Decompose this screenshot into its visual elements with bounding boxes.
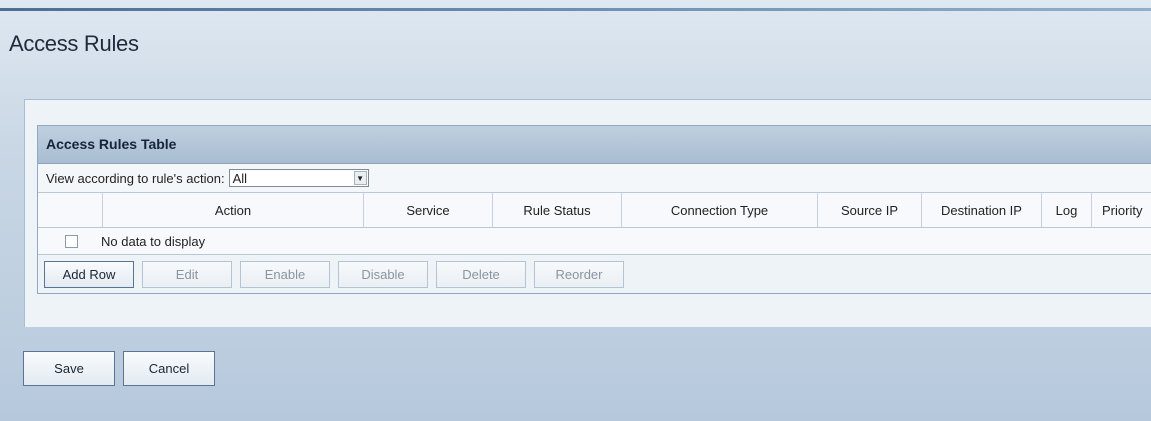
- column-action: Action: [103, 193, 364, 227]
- column-rule-status: Rule Status: [493, 193, 622, 227]
- edit-button[interactable]: Edit: [142, 260, 232, 288]
- column-header-row: Action Service Rule Status Connection Ty…: [38, 193, 1151, 228]
- column-service: Service: [364, 193, 493, 227]
- page-title: Access Rules: [9, 31, 139, 56]
- table-row: No data to display: [38, 228, 1151, 255]
- form-actions: Save Cancel: [23, 351, 223, 386]
- reorder-button[interactable]: Reorder: [534, 260, 624, 288]
- header-accent-line: [0, 8, 1151, 11]
- column-destination-ip: Destination IP: [922, 193, 1042, 227]
- cancel-button[interactable]: Cancel: [123, 351, 215, 386]
- table-title: Access Rules Table: [38, 126, 1151, 164]
- dropdown-arrow-icon[interactable]: ▼: [353, 171, 367, 185]
- disable-button[interactable]: Disable: [338, 260, 428, 288]
- enable-button[interactable]: Enable: [240, 260, 330, 288]
- add-row-button[interactable]: Add Row: [44, 260, 134, 288]
- access-rules-table: Access Rules Table View according to rul…: [37, 125, 1151, 294]
- column-select: [38, 193, 103, 227]
- filter-selected-value: All: [232, 171, 248, 186]
- empty-message: No data to display: [101, 233, 206, 249]
- column-connection-type: Connection Type: [622, 193, 818, 227]
- filter-row: View according to rule's action: All ▼: [38, 164, 1151, 193]
- content-panel: Access Rules Table View according to rul…: [24, 99, 1151, 327]
- column-source-ip: Source IP: [818, 193, 922, 227]
- filter-label: View according to rule's action:: [46, 170, 225, 186]
- table-toolbar: Add Row Edit Enable Disable Delete Reord…: [38, 255, 1151, 293]
- action-filter-select[interactable]: All ▼: [228, 169, 369, 187]
- column-priority: Priority: [1102, 202, 1143, 218]
- column-log: Log: [1042, 193, 1092, 227]
- save-button[interactable]: Save: [23, 351, 115, 386]
- delete-button[interactable]: Delete: [436, 260, 526, 288]
- row-checkbox[interactable]: [65, 234, 78, 248]
